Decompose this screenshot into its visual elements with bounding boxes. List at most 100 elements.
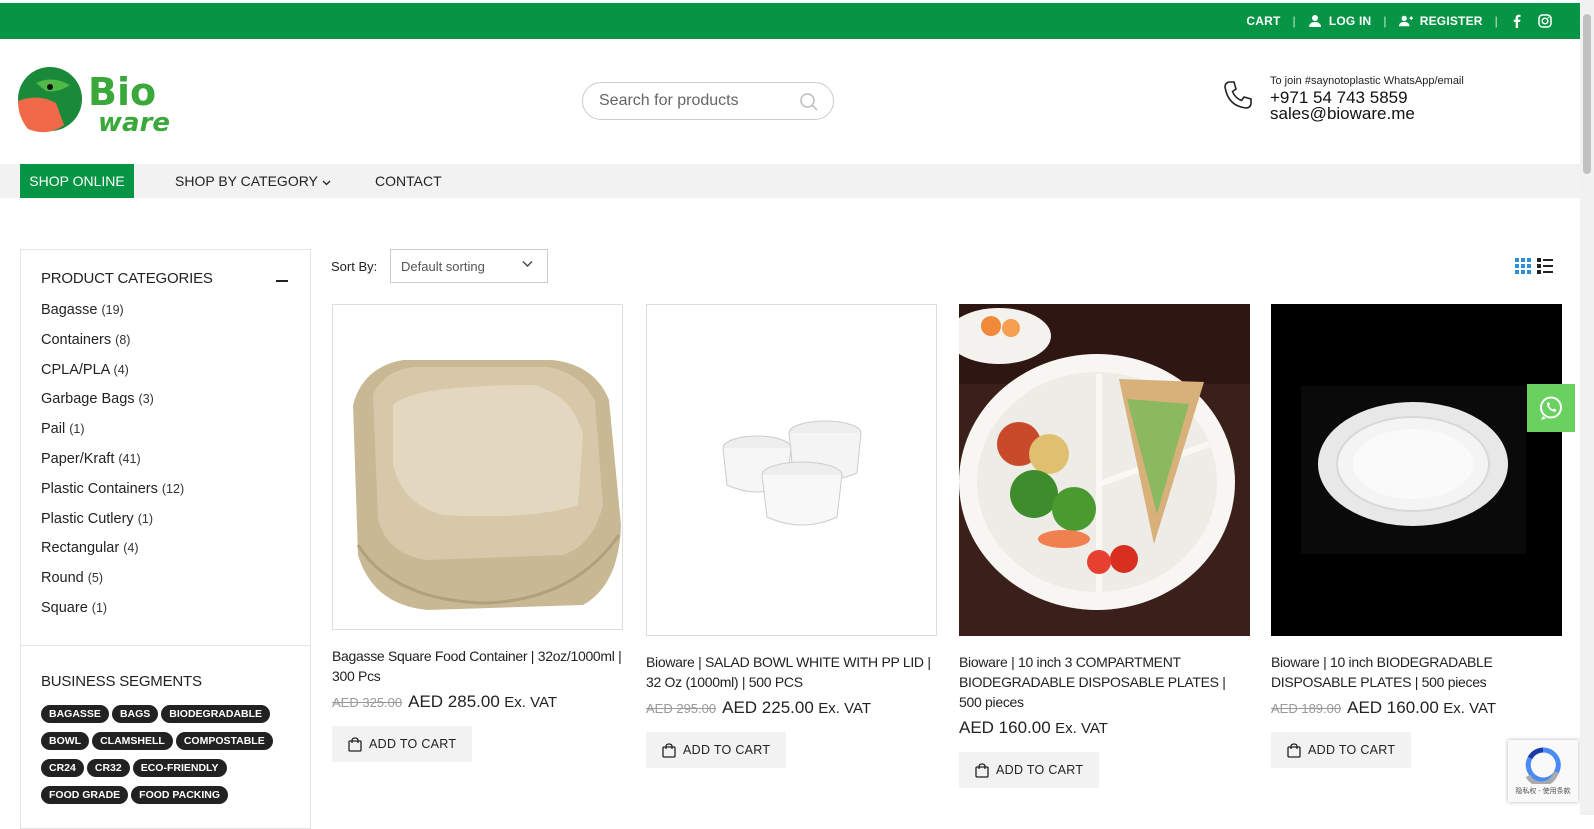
page-scrollbar[interactable] [1580,0,1594,815]
sidebar: PRODUCT CATEGORIES Bagasse (19) Containe… [20,249,311,829]
category-count: (41) [118,451,141,466]
product-price: AED 189.00 AED 160.00 Ex. VAT [1271,698,1562,718]
category-name: Paper/Kraft [41,450,115,467]
product-title[interactable]: Bagasse Square Food Container | 32oz/100… [332,646,623,686]
add-to-cart-button[interactable]: ADD TO CART [959,752,1100,788]
product-image[interactable] [1271,304,1562,636]
add-to-cart-button[interactable]: ADD TO CART [1271,732,1412,768]
user-plus-icon [1398,15,1413,27]
tag[interactable]: COMPOSTABLE [175,732,273,750]
cart-link-label: CART [1246,14,1281,28]
shopping-bag-icon [348,736,362,752]
login-link[interactable]: LOG IN [1308,14,1372,28]
add-to-cart-label: ADD TO CART [996,763,1084,777]
top-bar: CART | LOG IN | REGISTER | [0,3,1580,39]
category-name: Round [41,570,84,587]
category-item[interactable]: Garbage Bags (3) [41,391,184,421]
product-price: AED 160.00 Ex. VAT [959,718,1250,738]
category-item[interactable]: Plastic Cutlery (1) [41,511,184,541]
search-box[interactable] [582,82,834,120]
category-item[interactable]: Rectangular (4) [41,540,184,570]
tag[interactable]: FOOD GRADE [41,786,129,804]
separator: | [1383,14,1387,28]
tag[interactable]: CLAMSHELL [92,732,173,750]
category-count: (4) [123,541,139,556]
category-count: (3) [138,392,154,407]
category-item[interactable]: Bagasse (19) [41,302,184,332]
category-count: (1) [69,422,85,437]
vat-label: Ex. VAT [1443,700,1497,717]
recaptcha-text: 隐私权 - 使用条款 [1515,788,1571,795]
tag[interactable]: ECO-FRIENDLY [132,759,227,777]
category-item[interactable]: Plastic Containers (12) [41,481,184,511]
nav-shop-by-category[interactable]: SHOP BY CATEGORY [175,164,331,198]
search-icon[interactable] [799,92,819,112]
whatsapp-icon [1540,396,1562,420]
old-price: AED 325.00 [332,695,403,710]
white-plate-image [1271,304,1562,636]
add-to-cart-label: ADD TO CART [369,737,457,751]
tag[interactable]: BAGS [111,705,159,723]
salad-bowl-image [722,420,862,526]
tag[interactable]: BAGASSE [41,705,109,723]
nav-shop-online[interactable]: SHOP ONLINE [20,164,134,198]
vat-label: Ex. VAT [504,694,558,711]
category-name: Rectangular [41,540,120,557]
recaptcha-badge[interactable]: 隐私权 - 使用条款 [1508,740,1578,802]
product-title[interactable]: Bioware | 10 inch BIODEGRADABLE DISPOSAB… [1271,652,1562,692]
tag[interactable]: BIODEGRADABLE [161,705,271,723]
separator: | [1292,14,1296,28]
instagram-link[interactable] [1538,14,1552,28]
sale-price: AED 225.00 [722,698,814,717]
tag[interactable]: FOOD PACKING [131,786,229,804]
tag-cloud: BAGASSE BAGS BIODEGRADABLE BOWL CLAMSHELL COM… [41,704,301,812]
product-image[interactable] [332,304,623,630]
scrollbar-thumb[interactable] [1583,14,1591,174]
category-item[interactable]: Containers (8) [41,332,184,362]
tag[interactable]: BOWL [41,732,90,750]
whatsapp-button[interactable] [1527,384,1575,432]
category-name: CPLA/PLA [41,361,110,378]
sale-price: AED 285.00 [408,692,500,711]
category-item[interactable]: Square (1) [41,600,184,630]
category-item[interactable]: Round (5) [41,570,184,600]
instagram-icon [1538,14,1552,28]
product-title[interactable]: Bioware | SALAD BOWL WHITE WITH PP LID |… [646,652,937,692]
bioware-logo[interactable]: Bio ware [18,65,198,137]
vat-label: Ex. VAT [1055,720,1108,737]
product-image[interactable] [646,304,937,636]
nav-contact[interactable]: CONTACT [375,164,442,198]
collapse-icon[interactable] [276,280,288,282]
view-toggle [1515,258,1553,274]
cart-link[interactable]: CART [1246,14,1280,28]
list-view-icon[interactable] [1537,258,1553,274]
sort-value: Default sorting [401,259,485,274]
grid-view-icon[interactable] [1515,258,1531,274]
product-title[interactable]: Bioware | 10 inch 3 COMPARTMENT BIODEGRA… [959,652,1250,712]
category-item[interactable]: CPLA/PLA (4) [41,362,184,392]
sort-select[interactable]: Default sorting [390,249,548,283]
category-name: Pail [41,421,66,438]
product-card: Bioware | SALAD BOWL WHITE WITH PP LID |… [646,304,937,768]
category-item[interactable]: Pail (1) [41,421,184,451]
category-item[interactable]: Paper/Kraft (41) [41,451,184,481]
category-name: Containers [41,331,112,348]
top-links: CART | LOG IN | REGISTER | [1246,3,1552,39]
separator: | [1494,14,1498,28]
facebook-link[interactable] [1510,14,1524,28]
site-header: Bio ware To join #saynotoplastic WhatsAp… [0,39,1580,164]
register-link[interactable]: REGISTER [1398,14,1483,28]
add-to-cart-button[interactable]: ADD TO CART [646,732,787,768]
shopping-bag-icon [662,742,676,758]
sale-price: AED 160.00 [1347,698,1439,717]
email-address[interactable]: sales@bioware.me [1270,105,1530,122]
sale-price: AED 160.00 [959,718,1051,737]
tag[interactable]: CR32 [86,759,130,777]
tag[interactable]: CR24 [41,759,84,777]
segments-heading: BUSINESS SEGMENTS [41,673,202,690]
add-to-cart-button[interactable]: ADD TO CART [332,726,473,762]
product-image[interactable] [959,304,1250,636]
category-count: (5) [87,571,104,586]
category-name: Garbage Bags [41,391,135,408]
search-input[interactable] [599,92,789,110]
